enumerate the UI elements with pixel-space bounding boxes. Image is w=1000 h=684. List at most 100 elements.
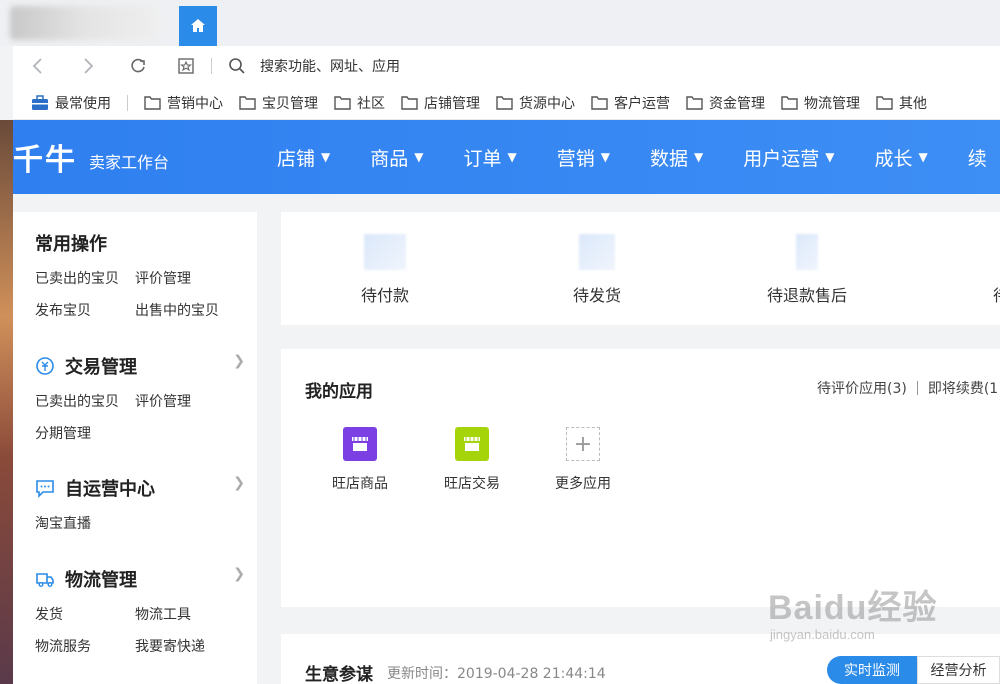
bookmark-folder[interactable]: 货源中心 (496, 93, 575, 113)
link-send-express[interactable]: 我要寄快递 (135, 636, 235, 656)
plus-icon: + (566, 427, 600, 461)
section-title: 常用操作 (35, 234, 107, 255)
app-wangdian-trade[interactable]: 旺店交易 (444, 427, 500, 493)
menu-growth[interactable]: 成长 ▼ (875, 144, 928, 171)
bookmark-folder[interactable]: 客户运营 (591, 93, 670, 113)
menu-order[interactable]: 订单 ▼ (464, 144, 517, 171)
folder-icon (334, 96, 351, 110)
bookmark-folder[interactable]: 营销中心 (144, 93, 223, 113)
divider (211, 58, 212, 74)
address-input[interactable]: 搜索功能、网址、应用 (260, 56, 400, 76)
menu-product[interactable]: 商品 ▼ (370, 144, 423, 171)
watermark-url: jingyan.baidu.com (770, 627, 875, 642)
menu-data[interactable]: 数据 ▼ (650, 144, 703, 171)
business-advisor-title: 生意参谋 (305, 665, 373, 684)
folder-icon (686, 96, 703, 110)
search-button[interactable] (226, 55, 248, 77)
store-icon (455, 427, 489, 461)
watermark-text: Baidu经验 (768, 589, 938, 627)
back-button[interactable] (27, 55, 49, 77)
home-tab[interactable] (179, 6, 217, 46)
chevron-down-icon: ▼ (414, 150, 424, 164)
forward-button[interactable] (77, 55, 99, 77)
blurred-tab[interactable] (10, 6, 160, 40)
section-title[interactable]: 自运营中心 (35, 475, 245, 501)
pending-refund[interactable]: 待退款售后 (767, 234, 847, 306)
app-more[interactable]: + 更多应用 (555, 427, 611, 493)
tab-strip (0, 0, 1000, 46)
renew-link[interactable]: 即将续费(1 (928, 378, 998, 398)
link-list: 已卖出的宝贝 评价管理 分期管理 (35, 391, 245, 443)
link-logistics-service[interactable]: 物流服务 (35, 636, 135, 656)
chevron-right-icon[interactable]: ❯ (233, 566, 245, 582)
section-title[interactable]: 物流管理 (35, 566, 245, 592)
link-list: 淘宝直播 (35, 513, 245, 533)
bookmark-folder[interactable]: 物流管理 (781, 93, 860, 113)
divider (127, 94, 128, 111)
folder-icon (496, 96, 513, 110)
chat-icon (36, 480, 54, 498)
section-trade: 交易管理 ❯ 已卖出的宝贝 评价管理 分期管理 (35, 353, 245, 443)
bookmark-most-used[interactable]: 最常使用 (31, 93, 111, 113)
app-wangdian-product[interactable]: 旺店商品 (332, 427, 388, 493)
folder-icon (781, 96, 798, 110)
menu-marketing[interactable]: 营销 ▼ (557, 144, 610, 171)
update-time: 更新时间：2019-04-28 21:44:14 (387, 666, 606, 682)
bookmark-folder[interactable]: 其他 (876, 93, 927, 113)
link-installments[interactable]: 分期管理 (35, 423, 135, 443)
divider (916, 381, 918, 395)
toolbox-icon (32, 94, 48, 110)
link-sold-items[interactable]: 已卖出的宝贝 (35, 391, 135, 411)
chevron-down-icon: ▼ (918, 150, 928, 164)
menu-shop[interactable]: 店铺 ▼ (277, 144, 330, 171)
folder-icon (401, 96, 418, 110)
link-live[interactable]: 淘宝直播 (35, 513, 135, 533)
business-analysis-button[interactable]: 经营分析 (917, 656, 1000, 684)
refresh-button[interactable] (127, 55, 149, 77)
chevron-right-icon[interactable]: ❯ (233, 475, 245, 491)
star-box-icon (178, 58, 194, 74)
link-reviews[interactable]: 评价管理 (135, 391, 235, 411)
section-title[interactable]: 交易管理 (35, 353, 245, 379)
blurred-icon (579, 234, 615, 270)
link-sold-items[interactable]: 已卖出的宝贝 (35, 268, 135, 288)
pending-more[interactable]: 待 (993, 282, 1000, 306)
store-icon (343, 427, 377, 461)
realtime-monitor-button[interactable]: 实时监测 (827, 656, 917, 684)
link-ship[interactable]: 发货 (35, 604, 135, 624)
link-on-sale[interactable]: 出售中的宝贝 (135, 300, 235, 320)
bookmark-folder[interactable]: 社区 (334, 93, 385, 113)
link-reviews[interactable]: 评价管理 (135, 268, 235, 288)
link-logistics-tools[interactable]: 物流工具 (135, 604, 235, 624)
chevron-right-icon[interactable]: ❯ (233, 353, 245, 369)
chevron-left-icon (32, 58, 42, 74)
apps-links: 待评价应用(3) 即将续费(1 (817, 378, 998, 398)
chevron-down-icon: ▼ (825, 150, 835, 164)
trade-icon (36, 357, 54, 375)
bookmark-star-button[interactable] (175, 55, 197, 77)
chevron-down-icon: ▼ (507, 150, 517, 164)
folder-icon (144, 96, 161, 110)
apps-title: 我的应用 (305, 382, 373, 402)
menu-more[interactable]: 续 (968, 144, 987, 171)
blurred-icon (364, 234, 406, 270)
bookmark-folder[interactable]: 店铺管理 (401, 93, 480, 113)
search-icon (229, 58, 245, 74)
section-self-ops: 自运营中心 ❯ 淘宝直播 (35, 475, 245, 533)
bookmark-folder[interactable]: 资金管理 (686, 93, 765, 113)
pending-orders-card: 待付款 待发货 待退款售后 待 (281, 212, 1000, 325)
bookmark-folder[interactable]: 宝贝管理 (239, 93, 318, 113)
menu-user-ops[interactable]: 用户运营 ▼ (743, 144, 834, 171)
folder-icon (591, 96, 608, 110)
chevron-down-icon: ▼ (600, 150, 611, 164)
my-apps-card: 我的应用 待评价应用(3) 即将续费(1 旺店商品 旺店交易 + 更多应用 (281, 349, 1000, 607)
address-bar: 搜索功能、网址、应用 (13, 46, 1000, 86)
section-logistics: 物流管理 ❯ 发货 物流工具 物流服务 我要寄快递 (35, 566, 245, 656)
pending-review-link[interactable]: 待评价应用(3) (817, 378, 907, 398)
app-header: 千牛 卖家工作台 店铺 ▼ 商品 ▼ 订单 ▼ 营销 ▼ 数据 ▼ 用户运营 ▼ 成长 ▼ 续 (13, 120, 1000, 194)
watermark: Baidu经验 jingyan.baidu.com (768, 580, 937, 642)
link-publish[interactable]: 发布宝贝 (35, 300, 135, 320)
pending-payment[interactable]: 待付款 (361, 234, 409, 306)
logo[interactable]: 千牛 (13, 135, 77, 179)
pending-shipment[interactable]: 待发货 (573, 234, 621, 306)
